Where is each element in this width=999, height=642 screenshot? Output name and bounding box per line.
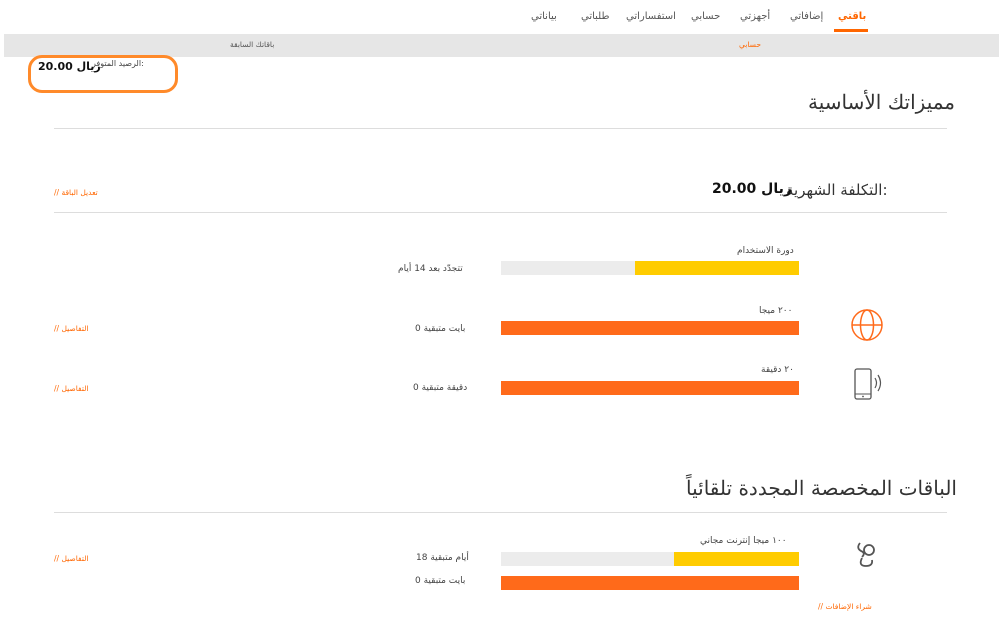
monthly-cost-value: 20.00 ريال: [712, 181, 792, 197]
data-usage-bar-fill: [501, 321, 799, 335]
tab-my-plan[interactable]: باقتي: [838, 11, 866, 22]
balance-value: 20.00 ريال: [38, 60, 101, 73]
days-remaining-bar: [501, 552, 799, 566]
minutes-usage-bar: [501, 381, 799, 395]
tab-my-inquiries[interactable]: استفساراتي: [626, 11, 676, 22]
top-navigation: باقتي إضافاتي أجهزتي حسابي استفساراتي طل…: [0, 0, 999, 34]
usage-cycle-title: دورة الاستخدام: [737, 246, 794, 256]
usage-cycle-renewal: تتجدّد بعد 14 أيام: [398, 264, 463, 274]
divider: [54, 128, 947, 129]
free-internet-details-link[interactable]: // التفاصيل: [54, 554, 88, 563]
tab-my-requests[interactable]: طلباتي: [581, 11, 609, 22]
monthly-cost-label: التكلفة الشهرية:: [786, 181, 888, 199]
free-data-bar: [501, 576, 799, 590]
minutes-remaining: 0 دقيقة متبقية: [413, 383, 468, 393]
divider: [54, 512, 947, 513]
usage-cycle-bar-fill: [635, 261, 799, 275]
previous-plans-link[interactable]: باقاتك السابقة: [230, 40, 274, 49]
minutes-usage-bar-fill: [501, 381, 799, 395]
mobile-phone-icon: [852, 367, 884, 407]
usage-cycle-bar: [501, 261, 799, 275]
tab-my-data[interactable]: بياناتي: [531, 11, 557, 22]
account-link[interactable]: حسابي: [739, 40, 761, 49]
sub-navigation: باقاتك السابقة حسابي: [4, 34, 999, 57]
free-data-remaining: 0 بايت متبقية: [415, 576, 466, 586]
auto-renew-title: الباقات المخصصة المجددة تلقائياً: [686, 476, 957, 500]
tab-my-account[interactable]: حسابي: [691, 11, 720, 22]
data-details-link[interactable]: // التفاصيل: [54, 324, 88, 333]
data-remaining: 0 بايت متبقية: [415, 324, 466, 334]
free-data-bar-fill: [501, 576, 799, 590]
data-allowance-title: ٢٠٠ ميجا: [759, 306, 793, 316]
globe-icon: [850, 308, 884, 346]
buy-addons-link[interactable]: // شراء الإضافات: [818, 602, 872, 611]
minutes-allowance-title: ٢٠ دقيقة: [761, 365, 794, 375]
free-internet-title: ١٠٠ ميجا إنترنت مجاني: [700, 536, 787, 546]
edit-plan-link[interactable]: // تعديل الباقة: [54, 188, 98, 197]
divider: [54, 212, 947, 213]
days-remaining-bar-fill: [673, 552, 799, 566]
basic-features-title: مميزاتك الأساسية: [808, 90, 956, 114]
operator-logo-icon: [852, 539, 880, 573]
minutes-details-link[interactable]: // التفاصيل: [54, 384, 88, 393]
days-remaining: 18 أيام متبقية: [416, 553, 469, 563]
tab-my-addons[interactable]: إضافاتي: [790, 11, 823, 22]
data-usage-bar: [501, 321, 799, 335]
tab-my-devices[interactable]: أجهزتي: [740, 11, 770, 22]
active-tab-indicator: [834, 29, 868, 32]
